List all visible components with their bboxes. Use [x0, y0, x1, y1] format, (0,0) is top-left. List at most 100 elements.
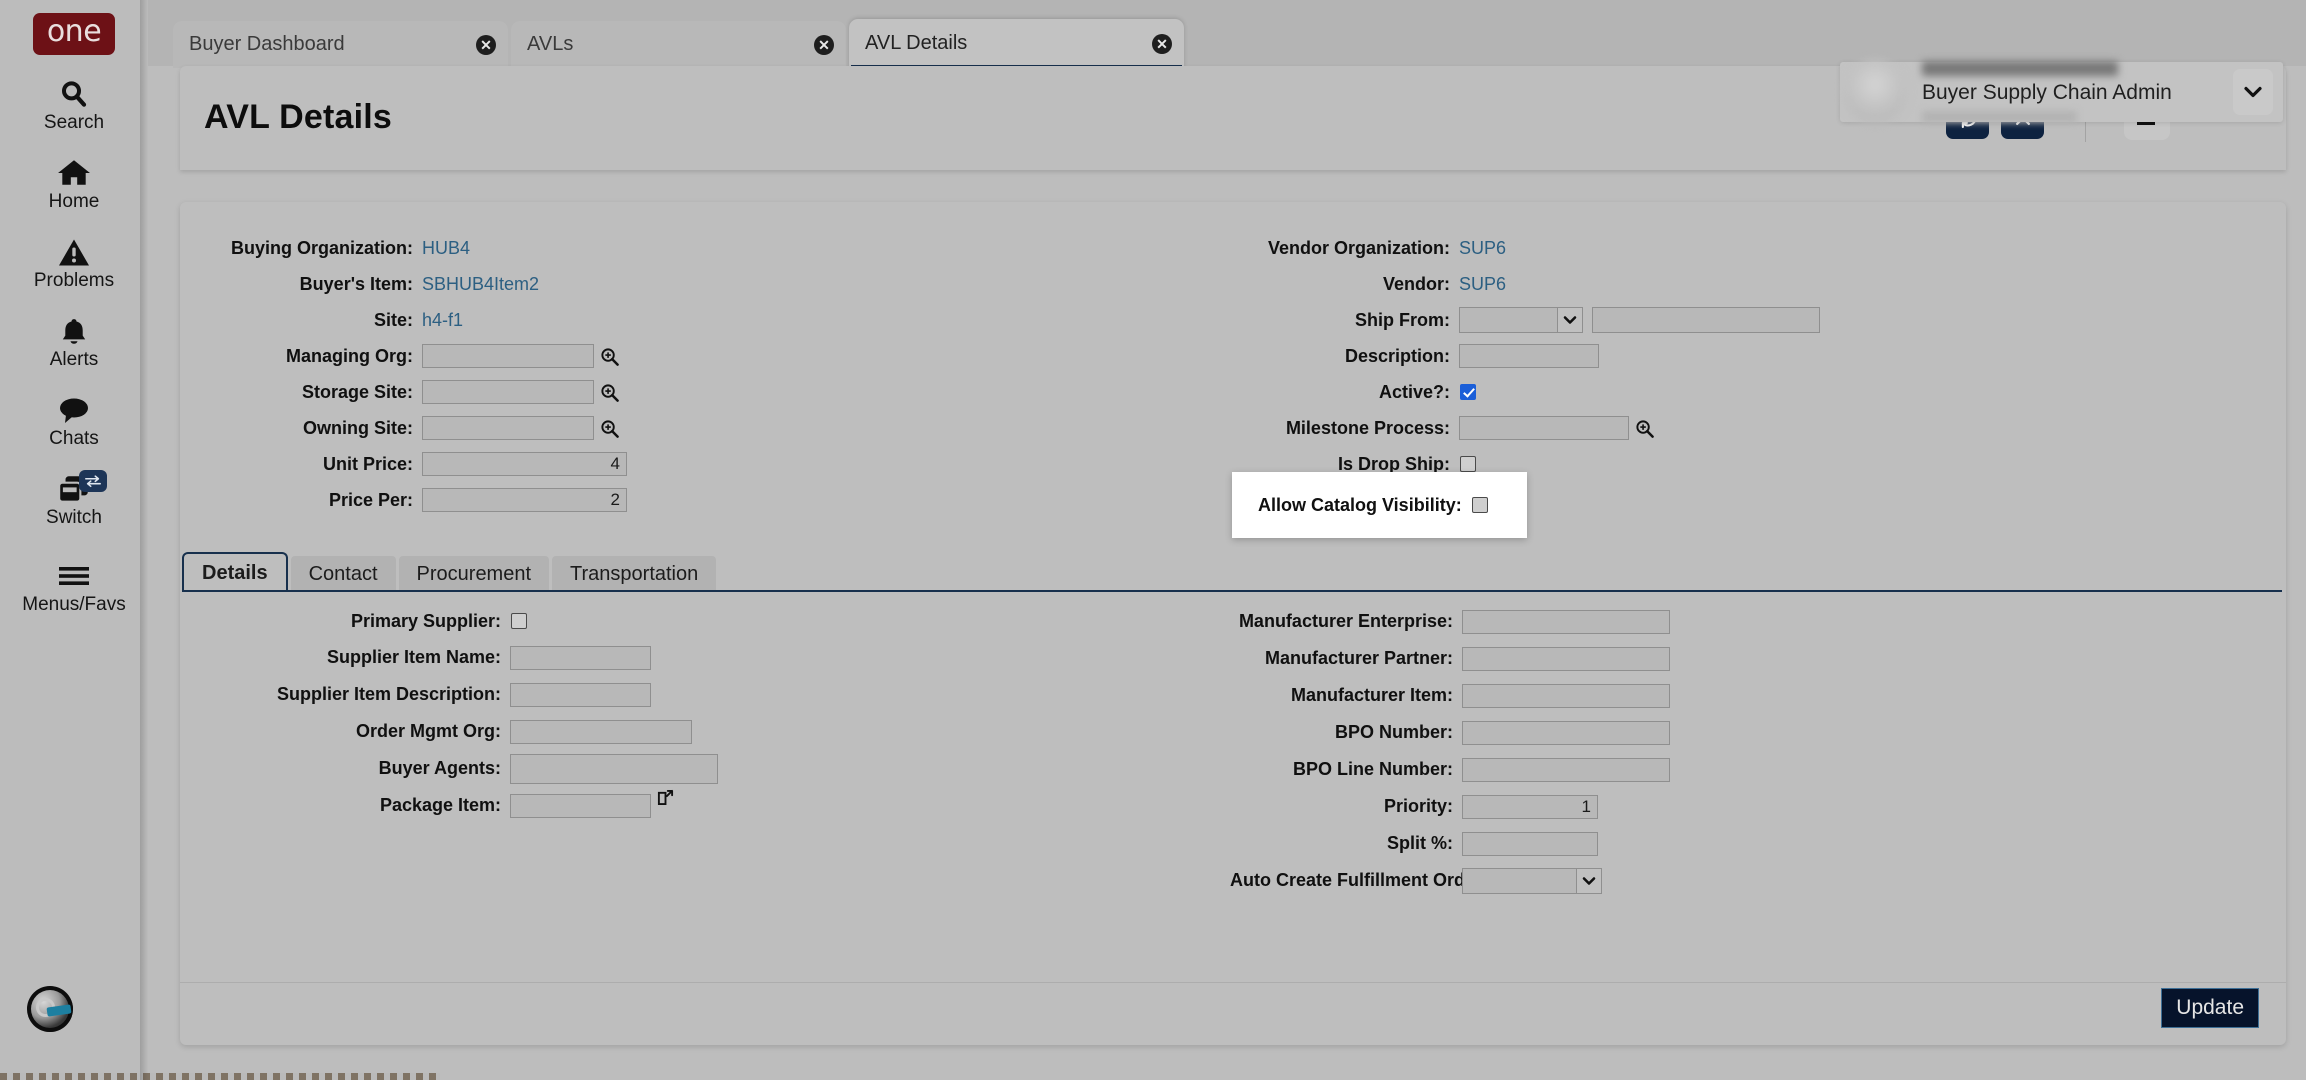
browser-tabbar: Buyer Dashboard ✕ AVLs ✕ AVL Details ✕ [148, 0, 2306, 66]
ship-from-select[interactable] [1459, 307, 1583, 333]
chat-bubble-icon [58, 393, 90, 427]
package-item-input[interactable] [510, 794, 651, 818]
tab-details[interactable]: Details [182, 552, 288, 592]
buyer-agents-input[interactable] [510, 754, 718, 784]
search-lookup-icon[interactable] [1635, 419, 1654, 438]
field-row-site: Site: h4-f1 [180, 302, 880, 338]
sidebar-item-search[interactable]: Search [0, 77, 148, 134]
update-button[interactable]: Update [2161, 988, 2259, 1028]
field-value-link[interactable]: HUB4 [422, 238, 470, 259]
field-label: Vendor Organization: [1235, 238, 1450, 259]
chevron-down-icon [1557, 308, 1582, 332]
field-label: Allow Catalog Visibility: [1258, 495, 1462, 516]
field-row-price-per: Price Per: [180, 482, 880, 518]
field-label: Ship From: [1235, 310, 1450, 331]
switch-toggle-badge[interactable] [79, 470, 107, 492]
field-label: Owning Site: [180, 418, 413, 439]
field-label: Package Item: [180, 795, 501, 816]
field-row-priority: Priority: [1230, 788, 2130, 825]
user-menu-toggle[interactable] [2233, 69, 2273, 115]
tab-transportation[interactable]: Transportation [552, 556, 716, 592]
manufacturer-enterprise-input[interactable] [1462, 610, 1670, 634]
search-lookup-icon[interactable] [600, 347, 619, 366]
is-drop-ship-checkbox[interactable] [1460, 456, 1476, 472]
allow-catalog-visibility-checkbox[interactable] [1472, 497, 1488, 513]
left-sidebar: one Search Home Problems Alerts Chats [0, 0, 148, 1080]
field-label: Milestone Process: [1235, 418, 1450, 439]
field-value-link[interactable]: SUP6 [1459, 274, 1506, 295]
field-row-buyer-agents: Buyer Agents: [180, 750, 980, 787]
bpo-number-input[interactable] [1462, 721, 1670, 745]
field-label: Storage Site: [180, 382, 413, 403]
field-label: Split %: [1230, 833, 1453, 854]
sidebar-item-problems[interactable]: Problems [0, 235, 148, 292]
tab-underline [182, 590, 2282, 592]
owning-site-input[interactable] [422, 416, 594, 440]
sidebar-item-home[interactable]: Home [0, 156, 148, 213]
brand-logo[interactable]: one [33, 13, 115, 55]
auto-create-fulfillment-order-select[interactable] [1462, 868, 1602, 894]
ship-from-text-input[interactable] [1592, 307, 1820, 333]
unit-price-input[interactable] [422, 452, 627, 476]
brand-logo-text: one [47, 17, 101, 47]
close-icon[interactable]: ✕ [814, 35, 834, 55]
field-row-order-mgmt-org: Order Mgmt Org: [180, 713, 980, 750]
field-label: Supplier Item Description: [180, 684, 501, 705]
field-row-manufacturer-item: Manufacturer Item: [1230, 677, 2130, 714]
split-percent-input[interactable] [1462, 832, 1598, 856]
search-lookup-icon[interactable] [600, 383, 619, 402]
manufacturer-item-input[interactable] [1462, 684, 1670, 708]
supplier-item-description-input[interactable] [510, 683, 651, 707]
field-row-vendor: Vendor: SUP6 [1235, 266, 2135, 302]
sidebar-item-label: Home [49, 191, 100, 213]
field-row-buying-organization: Buying Organization: HUB4 [180, 230, 880, 266]
sidebar-item-alerts[interactable]: Alerts [0, 314, 148, 371]
field-label: Site: [180, 310, 413, 331]
priority-input[interactable] [1462, 795, 1598, 819]
sidebar-avatar[interactable] [27, 986, 73, 1032]
manufacturer-partner-input[interactable] [1462, 647, 1670, 671]
user-profile-panel[interactable]: Buyer Supply Chain Admin [1840, 62, 2283, 122]
field-label: Manufacturer Enterprise: [1230, 611, 1453, 632]
tab-contact[interactable]: Contact [291, 556, 396, 592]
browser-tab-avl-details[interactable]: AVL Details ✕ [849, 19, 1184, 68]
footer-divider [180, 982, 2286, 983]
price-per-input[interactable] [422, 488, 627, 512]
field-row-package-item: Package Item: [180, 787, 980, 824]
sidebar-item-switch[interactable]: Switch [0, 472, 148, 529]
field-label: Order Mgmt Org: [180, 721, 501, 742]
user-role: Buyer Supply Chain Admin [1922, 81, 2233, 105]
field-row-bpo-line-number: BPO Line Number: [1230, 751, 2130, 788]
sidebar-item-chats[interactable]: Chats [0, 393, 148, 450]
bpo-line-number-input[interactable] [1462, 758, 1670, 782]
managing-org-input[interactable] [422, 344, 594, 368]
storage-site-input[interactable] [422, 380, 594, 404]
tab-procurement[interactable]: Procurement [399, 556, 550, 592]
field-label: Managing Org: [180, 346, 413, 367]
description-input[interactable] [1459, 344, 1599, 368]
search-lookup-icon[interactable] [600, 419, 619, 438]
primary-supplier-checkbox[interactable] [511, 613, 527, 629]
home-icon [57, 156, 91, 190]
browser-tab-avls[interactable]: AVLs ✕ [511, 21, 846, 68]
browser-tab-label: AVL Details [865, 32, 1152, 55]
field-value-link[interactable]: SUP6 [1459, 238, 1506, 259]
field-label: Priority: [1230, 796, 1453, 817]
open-external-icon[interactable] [657, 789, 674, 806]
field-row-unit-price: Unit Price: [180, 446, 880, 482]
active-checkbox[interactable] [1460, 384, 1476, 400]
field-value-link[interactable]: h4-f1 [422, 310, 463, 331]
order-mgmt-org-input[interactable] [510, 720, 692, 744]
sidebar-item-menus-favs[interactable]: Menus/Favs [0, 559, 148, 616]
field-label: Buyer's Item: [180, 274, 413, 295]
browser-tab-label: AVLs [527, 33, 814, 56]
field-value-link[interactable]: SBHUB4Item2 [422, 274, 539, 295]
milestone-process-input[interactable] [1459, 416, 1629, 440]
browser-tab-buyer-dashboard[interactable]: Buyer Dashboard ✕ [173, 21, 508, 68]
details-column-right: Manufacturer Enterprise: Manufacturer Pa… [1230, 603, 2130, 899]
sidebar-item-label: Switch [46, 507, 102, 529]
close-icon[interactable]: ✕ [476, 35, 496, 55]
supplier-item-name-input[interactable] [510, 646, 651, 670]
close-icon[interactable]: ✕ [1152, 34, 1172, 54]
field-row-bpo-number: BPO Number: [1230, 714, 2130, 751]
